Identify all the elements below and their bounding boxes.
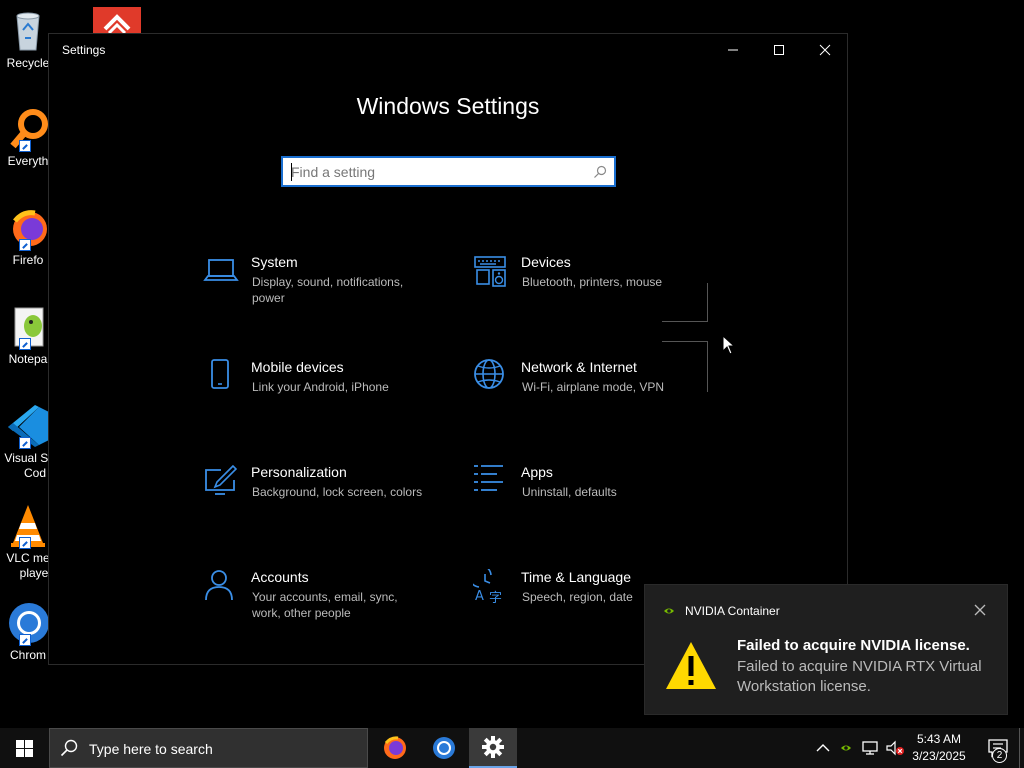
taskbar-app-chrome[interactable] xyxy=(420,728,468,768)
shortcut-arrow-icon xyxy=(19,338,31,350)
vlc-cone-icon xyxy=(5,503,51,549)
toast-heading: Failed to acquire NVIDIA license. xyxy=(737,637,970,654)
tile-system[interactable]: System Display, sound, notifications, po… xyxy=(203,254,453,324)
toast-body: Failed to acquire NVIDIA RTX Virtual Wor… xyxy=(737,658,982,695)
tile-description: Link your Android, iPhone xyxy=(252,380,389,394)
clock-language-icon: A 字 xyxy=(473,569,502,605)
minimize-icon xyxy=(728,49,738,51)
firefox-icon xyxy=(5,205,51,251)
minimize-button[interactable] xyxy=(710,34,756,66)
window-titlebar[interactable]: Settings xyxy=(49,34,847,66)
show-desktop-button[interactable] xyxy=(1019,728,1024,768)
close-button[interactable] xyxy=(802,34,848,66)
tile-title: Devices xyxy=(521,254,571,270)
firefox-icon xyxy=(384,736,406,759)
taskbar-search-placeholder: Type here to search xyxy=(89,741,213,757)
tile-description: Display, sound, notifications, power xyxy=(252,275,404,305)
search-icon[interactable] xyxy=(593,165,607,179)
taskbar-app-settings[interactable] xyxy=(469,728,517,768)
tile-description: Wi-Fi, airplane mode, VPN xyxy=(522,380,665,394)
settings-search-box[interactable] xyxy=(281,156,616,187)
tile-devices[interactable]: Devices Bluetooth, printers, mouse xyxy=(473,254,723,324)
search-icon xyxy=(60,739,78,757)
taskbar-search-box[interactable]: Type here to search xyxy=(49,728,368,768)
toast-app-name: NVIDIA Container xyxy=(685,604,780,618)
tile-title: Mobile devices xyxy=(251,359,344,375)
laptop-icon xyxy=(203,259,239,281)
tile-title: System xyxy=(251,254,298,270)
recycle-bin-icon xyxy=(5,8,51,54)
tile-accounts[interactable]: Accounts Your accounts, email, sync, wor… xyxy=(203,569,453,639)
notepad-plus-plus-icon xyxy=(5,304,51,350)
nvidia-icon xyxy=(841,745,851,751)
tray-volume[interactable] xyxy=(884,728,906,768)
keyboard-speaker-icon xyxy=(474,256,506,287)
notification-count: 2 xyxy=(996,750,1003,761)
close-icon xyxy=(819,44,831,56)
tile-title: Accounts xyxy=(251,569,309,585)
text-caret xyxy=(291,163,292,181)
network-icon xyxy=(862,741,878,755)
toast-close-icon[interactable] xyxy=(973,603,987,617)
chrome-icon xyxy=(433,737,455,759)
red-app-icon[interactable] xyxy=(93,7,141,35)
notification-count-badge: 2 xyxy=(992,748,1007,763)
tile-description: Your accounts, email, sync, work, other … xyxy=(252,590,398,620)
settings-search-input[interactable] xyxy=(291,163,581,181)
gear-icon xyxy=(482,736,504,758)
notification-toast[interactable]: NVIDIA Container Failed to acquire NVIDI… xyxy=(644,584,1008,715)
warning-icon xyxy=(666,642,716,689)
clock-date: 3/23/2025 xyxy=(912,749,966,763)
render-artifact-line xyxy=(662,321,708,322)
tray-show-hidden-icons[interactable] xyxy=(814,728,832,768)
taskbar-clock[interactable]: 5:43 AM 3/23/2025 xyxy=(904,731,974,765)
render-artifact-line xyxy=(707,342,708,392)
render-artifact-line xyxy=(707,283,708,321)
taskbar: Type here to search 5:43 AM 3/23/2025 2 xyxy=(0,728,1024,768)
svg-text:字: 字 xyxy=(489,591,502,605)
taskbar-app-firefox[interactable] xyxy=(371,728,419,768)
tile-description: Uninstall, defaults xyxy=(522,485,617,499)
globe-icon xyxy=(474,359,504,389)
tile-title: Personalization xyxy=(251,464,347,480)
nvidia-icon xyxy=(664,608,674,614)
mouse-cursor-icon xyxy=(722,335,736,355)
volume-muted-icon xyxy=(886,740,904,756)
tile-title: Network & Internet xyxy=(521,359,637,375)
shortcut-arrow-icon xyxy=(19,140,31,152)
tile-title: Apps xyxy=(521,464,553,480)
everything-search-icon xyxy=(5,106,51,152)
tile-mobile-devices[interactable]: Mobile devices Link your Android, iPhone xyxy=(203,359,453,429)
start-button[interactable] xyxy=(0,728,48,768)
tile-apps[interactable]: Apps Uninstall, defaults xyxy=(473,464,723,534)
tray-nvidia[interactable] xyxy=(838,728,854,768)
tile-title: Time & Language xyxy=(521,569,631,585)
maximize-button[interactable] xyxy=(756,34,802,66)
chrome-icon xyxy=(5,600,51,646)
paint-monitor-icon xyxy=(205,464,238,495)
tile-description: Background, lock screen, colors xyxy=(252,485,423,499)
maximize-icon xyxy=(774,45,784,55)
shortcut-arrow-icon xyxy=(19,537,31,549)
shortcut-arrow-icon xyxy=(19,634,31,646)
render-artifact-line xyxy=(662,341,708,342)
app-list-icon xyxy=(474,465,503,491)
vscode-icon xyxy=(5,403,51,449)
window-title: Settings xyxy=(62,43,106,57)
tray-network[interactable] xyxy=(860,728,880,768)
person-icon xyxy=(205,570,233,601)
shortcut-arrow-icon xyxy=(19,437,31,449)
tile-network-internet[interactable]: Network & Internet Wi-Fi, airplane mode,… xyxy=(473,359,723,429)
tile-personalization[interactable]: Personalization Background, lock screen,… xyxy=(203,464,453,534)
shortcut-arrow-icon xyxy=(19,239,31,251)
page-title: Windows Settings xyxy=(356,93,540,119)
windows-logo-icon xyxy=(15,739,33,757)
tile-description: Bluetooth, printers, mouse xyxy=(522,275,663,289)
phone-icon xyxy=(211,359,229,389)
clock-time: 5:43 AM xyxy=(916,732,962,746)
chevron-up-icon xyxy=(816,744,830,752)
svg-text:A: A xyxy=(475,589,484,604)
desktop: Recycle Everyth Firefo Notepa Visual St … xyxy=(0,0,1024,728)
